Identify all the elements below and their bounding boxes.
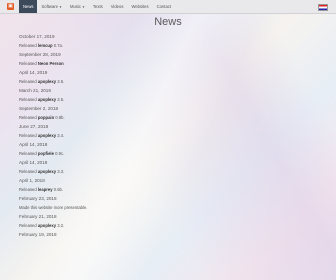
- news-date: April 14, 2018: [19, 142, 48, 147]
- nav-items: News Software ▼ Music ▼ Texts Videos Websites Co…: [19, 0, 175, 13]
- news-entry-version: 0.5b.: [53, 187, 64, 192]
- chevron-down-icon: ▼: [81, 4, 85, 9]
- news-date: February 19, 2018: [19, 232, 57, 237]
- news-entry-version: 0.9c.: [55, 151, 65, 156]
- news-entry: Released popfiele 0.9c.: [19, 149, 319, 158]
- uk-flag-icon[interactable]: [318, 4, 328, 11]
- news-entry-link[interactable]: leaprey: [38, 187, 53, 192]
- news-entry: Released lemcup 0.7a.: [19, 41, 319, 50]
- news-entry-version: 0.9b.: [55, 115, 65, 120]
- news-date: April 14, 2018: [19, 160, 48, 165]
- news-entry-link[interactable]: lemcup: [38, 43, 53, 48]
- news-entry-text: Released: [19, 97, 37, 102]
- page-title: News: [154, 16, 182, 28]
- news-entry-text: Made this website more presentable.: [19, 205, 88, 210]
- nav-item-texts[interactable]: Texts: [89, 0, 107, 13]
- nav-item-label: News: [23, 4, 34, 9]
- news-entry-link[interactable]: poppain: [38, 115, 54, 120]
- news-entry-link[interactable]: apoplexy: [38, 223, 56, 228]
- news-entry: Released apoplexy 3.5.: [19, 95, 319, 104]
- logo-icon: ▣: [8, 3, 13, 9]
- news-entry-link[interactable]: apoplexy: [38, 79, 56, 84]
- nav-item-news[interactable]: News: [19, 0, 38, 13]
- site-logo[interactable]: ▣: [7, 3, 14, 10]
- news-entry-link[interactable]: Neon Person: [38, 61, 64, 66]
- news-date: February 21, 2018: [19, 214, 57, 219]
- news-entry-version: 3.2.: [57, 223, 65, 228]
- news-date: February 23, 2018: [19, 196, 57, 201]
- news-entry: Released apoplexy 3.2.: [19, 221, 319, 230]
- nav-item-videos[interactable]: Videos: [107, 0, 128, 13]
- news-entry-text: Released: [19, 79, 37, 84]
- news-entry-version: 3.4.: [57, 133, 65, 138]
- news-entry-link[interactable]: apoplexy: [38, 97, 56, 102]
- news-entry-text: Released: [19, 187, 37, 192]
- news-entry-link[interactable]: apoplexy: [38, 133, 56, 138]
- nav-item-label: Videos: [110, 4, 124, 9]
- news-entry-text: Released: [19, 151, 37, 156]
- news-date: September 2, 2018: [19, 106, 59, 111]
- news-entry-version: 0.7a.: [53, 43, 64, 48]
- top-navbar: ▣ News Software ▼ Music ▼ Texts Videos Websites…: [0, 0, 336, 14]
- news-entry: Released apoplexy 3.4.: [19, 131, 319, 140]
- news-entry-text: Released: [19, 133, 37, 138]
- news-entry-text: Released: [19, 223, 37, 228]
- news-entry: Released leaprey 0.5b.: [19, 185, 319, 194]
- news-entry: Released apoplexy 3.3.: [19, 167, 319, 176]
- nav-item-websites[interactable]: Websites: [127, 0, 152, 13]
- news-entry: Released apoplexy 3.6.: [19, 77, 319, 86]
- nav-item-label: Software: [41, 4, 59, 9]
- news-entry-link[interactable]: apoplexy: [38, 169, 56, 174]
- news-date: September 28, 2019: [19, 52, 61, 57]
- news-entry: Released poppain 0.9b.: [19, 113, 319, 122]
- news-date: June 27, 2018: [19, 124, 49, 129]
- nav-item-music[interactable]: Music ▼: [66, 0, 89, 13]
- chevron-down-icon: ▼: [59, 4, 62, 9]
- news-entry-text: Released: [19, 61, 37, 66]
- news-date: October 17, 2019: [19, 34, 55, 39]
- news-entry: Made this website more presentable.: [19, 203, 319, 212]
- news-entry-text: Released: [19, 169, 37, 174]
- news-entry: Released Neon Person: [19, 59, 319, 68]
- nav-item-label: Music: [70, 4, 81, 9]
- news-date: April 14, 2019: [19, 70, 48, 75]
- news-entry-link[interactable]: popfiele: [38, 151, 54, 156]
- news-date: April 1, 2018: [19, 178, 45, 183]
- nav-item-label: Contact: [156, 4, 172, 9]
- news-entry-version: 3.5.: [57, 97, 65, 102]
- news-list: October 17, 2019 Released lemcup 0.7a. Sep…: [19, 32, 319, 239]
- news-entry-version: 3.3.: [57, 169, 65, 174]
- nav-item-label: Websites: [131, 4, 149, 9]
- news-entry-text: Released: [19, 115, 37, 120]
- news-entry-text: Released: [19, 43, 37, 48]
- nav-item-label: Texts: [92, 4, 103, 9]
- news-entry-version: 3.6.: [57, 79, 65, 84]
- nav-item-software[interactable]: Software ▼: [37, 0, 66, 13]
- nav-item-contact[interactable]: Contact: [153, 0, 175, 13]
- news-date: March 21, 2019: [19, 88, 51, 93]
